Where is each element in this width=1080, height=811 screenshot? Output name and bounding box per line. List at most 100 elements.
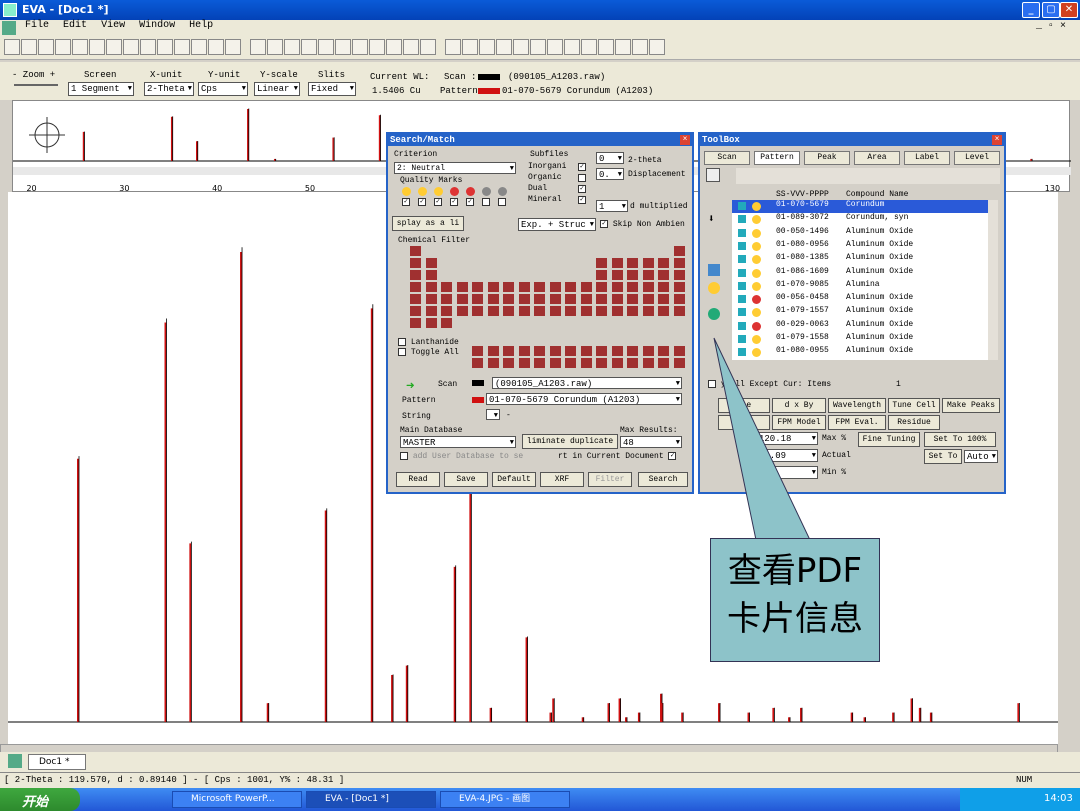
element-cell[interactable] [441, 306, 452, 316]
element-cell[interactable] [611, 282, 623, 292]
quality-marks[interactable]: ✓ ✓ ✓ ✓ ✓ [402, 187, 522, 207]
element-cell[interactable] [658, 270, 669, 280]
pattern-row[interactable]: 01-079-1557 Aluminum Oxide [732, 306, 988, 319]
element-cell[interactable] [673, 358, 685, 368]
maximize-icon[interactable]: ▢ [1042, 2, 1060, 18]
slits-select[interactable]: Fixed [308, 82, 356, 96]
toolbar-button-icon[interactable] [225, 39, 241, 55]
element-cell[interactable] [410, 294, 421, 304]
task-paint[interactable]: EVA-4.JPG - 画图 [440, 791, 570, 808]
element-cell[interactable] [580, 346, 592, 356]
toolbar-button-icon[interactable] [208, 39, 224, 55]
element-cell[interactable] [673, 306, 685, 316]
element-cell[interactable] [580, 294, 592, 304]
element-cell[interactable] [410, 258, 421, 268]
element-cell[interactable] [611, 294, 623, 304]
row-checkbox[interactable] [738, 268, 746, 277]
element-cell[interactable] [410, 282, 421, 292]
filter-button[interactable]: Filter [588, 472, 632, 487]
quality-checkbox[interactable] [482, 198, 490, 206]
element-cell[interactable] [673, 346, 685, 356]
element-cell[interactable] [611, 270, 623, 280]
element-cell[interactable] [518, 294, 530, 304]
menu-edit[interactable]: Edit [63, 20, 87, 31]
pattern-row[interactable]: 01-080-0956 Aluminum Oxide [732, 240, 988, 253]
toolbar-button-icon[interactable] [72, 39, 88, 55]
element-cell[interactable] [627, 258, 638, 268]
element-cell[interactable] [642, 258, 654, 268]
pdf-card-icon[interactable] [708, 308, 720, 320]
element-cell[interactable] [456, 306, 468, 316]
toolbar-button-icon[interactable] [123, 39, 139, 55]
element-cell[interactable] [658, 346, 669, 356]
element-cell[interactable] [487, 294, 499, 304]
quality-mark-icon[interactable] [402, 187, 411, 196]
element-cell[interactable] [673, 246, 685, 256]
menu-file[interactable]: File [25, 20, 49, 31]
pattern-row[interactable]: 01-070-5679 Corundum [732, 200, 988, 213]
toolbox-tab[interactable]: Pattern [754, 151, 800, 165]
subfile-option[interactable]: Dual ✓ [528, 184, 586, 193]
toggle-all[interactable]: Toggle All [398, 348, 459, 357]
element-cell[interactable] [580, 306, 592, 316]
element-cell[interactable] [596, 282, 607, 292]
task-powerpoint[interactable]: Microsoft PowerP... [172, 791, 302, 808]
subfile-option[interactable]: Mineral ✓ [528, 195, 586, 204]
menu-help[interactable]: Help [189, 20, 213, 31]
set-100-button[interactable]: Set To 100% [924, 432, 996, 447]
quality-mark-icon[interactable] [498, 187, 507, 196]
toolbar-button-icon[interactable] [335, 39, 351, 55]
element-cell[interactable] [611, 346, 623, 356]
element-cell[interactable] [596, 358, 607, 368]
displacement-input[interactable]: 0. [596, 168, 624, 181]
toolbar-button-icon[interactable] [267, 39, 283, 55]
yunit-select[interactable]: Cps [198, 82, 248, 96]
toolbar-button-icon[interactable] [318, 39, 334, 55]
row-checkbox[interactable] [738, 281, 746, 290]
element-cell[interactable] [658, 306, 669, 316]
element-cell[interactable] [410, 246, 421, 256]
menu-view[interactable]: View [101, 20, 125, 31]
toolbar-button-icon[interactable] [38, 39, 54, 55]
doc-tab[interactable]: Doc1 * [28, 754, 86, 770]
twotheta-input[interactable]: 0 [596, 152, 624, 165]
element-cell[interactable] [425, 294, 437, 304]
toolbar-button-icon[interactable] [157, 39, 173, 55]
fpm-eval-button[interactable]: FPM Eval. [828, 415, 886, 430]
read-button[interactable]: Read [396, 472, 440, 487]
element-cell[interactable] [534, 346, 545, 356]
element-cell[interactable] [565, 346, 576, 356]
maxres-input[interactable]: 48 [620, 436, 682, 449]
toolbox-tab[interactable]: Level [954, 151, 1000, 165]
toolbar-button-icon[interactable] [564, 39, 580, 55]
element-cell[interactable] [658, 258, 669, 268]
toolbar-button-icon[interactable] [598, 39, 614, 55]
quality-checkbox[interactable] [498, 198, 506, 206]
element-cell[interactable] [518, 306, 530, 316]
periodic-table[interactable] [410, 246, 686, 368]
row-checkbox[interactable] [738, 202, 746, 210]
element-cell[interactable] [642, 306, 654, 316]
element-cell[interactable] [534, 294, 545, 304]
start-button[interactable]: 开始 [0, 788, 80, 811]
quality-mark-icon[interactable] [434, 187, 443, 196]
set-to-button[interactable]: Set To [924, 449, 962, 464]
toolbar-button-icon[interactable] [403, 39, 419, 55]
element-cell[interactable] [534, 282, 545, 292]
element-cell[interactable] [658, 282, 669, 292]
residue-button[interactable]: Residue [888, 415, 940, 430]
element-cell[interactable] [627, 306, 638, 316]
wavelength-button[interactable]: Wavelength [828, 398, 886, 413]
lanthanide-toggle[interactable]: Lanthanide [398, 338, 459, 347]
subfile-option[interactable]: Inorgani ✓ [528, 162, 586, 171]
element-cell[interactable] [611, 306, 623, 316]
row-checkbox[interactable] [738, 255, 746, 264]
auto-select[interactable]: Auto [964, 450, 998, 463]
element-cell[interactable] [596, 258, 607, 268]
toolbar-button-icon[interactable] [513, 39, 529, 55]
chart-icon[interactable] [708, 264, 720, 276]
toolbox-close-icon[interactable]: × [992, 135, 1002, 145]
toolbox-icon-row[interactable] [736, 168, 1000, 184]
pattern-row[interactable]: 01-080-1385 Aluminum Oxide [732, 253, 988, 266]
subfile-option[interactable]: Organic [528, 173, 586, 182]
